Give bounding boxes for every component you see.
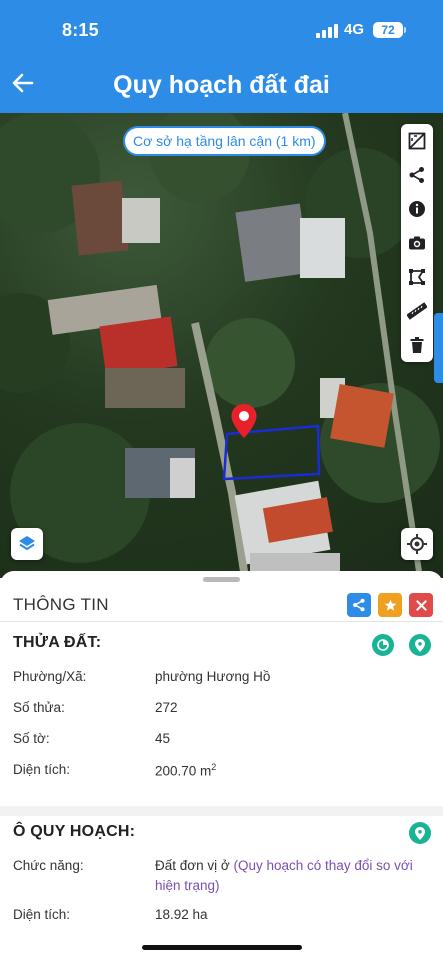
layer-compare-button[interactable] (401, 124, 433, 158)
measure-button[interactable] (401, 294, 433, 328)
function-note-link-line2[interactable]: hiện trạng) (155, 878, 220, 893)
planning-heading: Ô QUY HOẠCH: (13, 823, 136, 840)
pie-chart-icon (377, 639, 389, 651)
planning-location-button[interactable] (409, 822, 431, 844)
planning-area-label: Diện tích: (13, 907, 71, 922)
app-header: 8:15 4G 72 Quy hoạch đất đai (0, 0, 443, 113)
section-separator (0, 806, 443, 816)
info-panel: THÔNG TIN THỬA ĐẤT: Phường/Xã: phường Hư… (0, 571, 443, 960)
function-note-link[interactable]: (Quy hoạch có thay đổi so với (234, 858, 413, 873)
info-icon (409, 201, 425, 217)
layer-compare-icon (408, 132, 426, 150)
camera-button[interactable] (401, 226, 433, 260)
panel-divider (0, 621, 443, 622)
favorite-button[interactable] (378, 593, 402, 617)
parcel-number-value: 272 (155, 700, 178, 715)
parcel-area-number: 200.70 m (155, 763, 212, 779)
parcel-location-button[interactable] (409, 634, 431, 656)
planning-area-value: 18.92 ha (155, 907, 208, 922)
map-layers-button[interactable] (11, 528, 43, 560)
status-time: 8:15 (62, 20, 99, 40)
parcel-number-label: Số thửa: (13, 700, 65, 715)
ward-value: phường Hương Hồ (155, 669, 271, 684)
home-indicator (142, 945, 302, 950)
close-icon (415, 599, 427, 611)
panel-drag-handle[interactable] (203, 577, 240, 582)
parcel-area-label: Diện tích: (13, 762, 71, 777)
star-icon (384, 599, 396, 611)
battery-icon: 72 (373, 22, 403, 38)
map-toolbar (401, 124, 433, 362)
side-panel-handle[interactable] (434, 313, 443, 383)
share-icon (353, 598, 365, 612)
polygon-icon (409, 269, 425, 285)
parcel-heading: THỬA ĐẤT: (13, 634, 102, 651)
map-pin-icon (231, 404, 257, 438)
battery-tip (404, 27, 406, 33)
delete-button[interactable] (401, 328, 433, 362)
satellite-map[interactable]: Cơ sở hạ tầng lân cận (1 km) (0, 113, 443, 578)
map-pin-icon (415, 638, 425, 652)
close-button[interactable] (409, 593, 433, 617)
share-icon (409, 167, 424, 183)
draw-polygon-button[interactable] (401, 260, 433, 294)
camera-icon (409, 236, 425, 250)
info-button[interactable] (401, 192, 433, 226)
parcel-area-unit-sup: 2 (211, 762, 217, 772)
parcel-chart-button[interactable] (372, 634, 394, 656)
sheet-number-label: Số tờ: (13, 731, 50, 746)
share-map-button[interactable] (401, 158, 433, 192)
my-location-button[interactable] (401, 528, 433, 560)
share-button[interactable] (347, 593, 371, 617)
map-pin-icon (415, 826, 425, 840)
ward-label: Phường/Xã: (13, 669, 87, 684)
crosshair-icon (407, 534, 427, 554)
function-label: Chức năng: (13, 858, 84, 873)
parcel-area-value: 200.70 m2 (155, 762, 216, 779)
signal-icon (316, 24, 338, 38)
trash-icon (410, 337, 424, 353)
page-title: Quy hoạch đất đai (113, 71, 330, 99)
map-imagery (0, 113, 440, 578)
function-value: Đất đơn vị ở (Quy hoạch có thay đổi so v… (155, 858, 413, 873)
ruler-icon (407, 302, 427, 320)
layers-icon (19, 536, 35, 551)
nearby-infrastructure-chip[interactable]: Cơ sở hạ tầng lân cận (1 km) (123, 126, 326, 156)
status-bar: 8:15 4G 72 (0, 0, 443, 60)
sheet-number-value: 45 (155, 731, 171, 746)
panel-title: THÔNG TIN (13, 595, 109, 614)
network-type: 4G (344, 21, 365, 38)
function-text: Đất đơn vị ở (155, 858, 230, 873)
